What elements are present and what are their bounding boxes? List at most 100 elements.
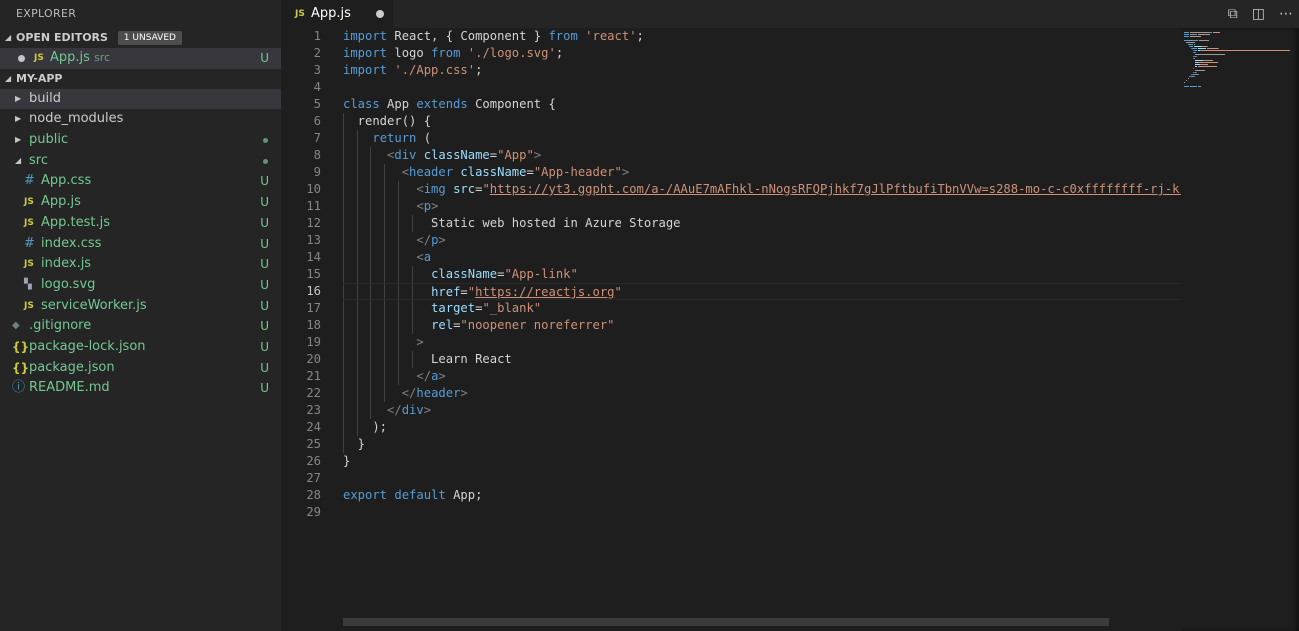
code-line[interactable] <box>343 470 1181 487</box>
minimap[interactable] <box>1181 28 1299 631</box>
code-token: import <box>343 63 388 77</box>
line-number: 21 <box>306 369 321 383</box>
tree-item-package-json[interactable]: {} package.json U <box>0 358 281 379</box>
tree-item-src[interactable]: ◢ src <box>0 151 281 172</box>
indent-guide <box>343 334 344 351</box>
more-actions-icon[interactable]: ⋯ <box>1279 6 1293 22</box>
tree-item-label: build <box>29 90 61 106</box>
code-token: rel <box>431 318 454 332</box>
code-token: "App" <box>497 148 534 162</box>
code-line[interactable]: } <box>343 453 1181 470</box>
code-line[interactable]: <a <box>343 249 1181 266</box>
indent-guide <box>356 181 358 198</box>
code-line[interactable]: import logo from './logo.svg'; <box>343 45 1181 62</box>
indent-guide <box>343 198 344 215</box>
code-token: https://reactjs.org <box>475 285 615 299</box>
indent-guide <box>343 385 344 402</box>
code-token: </ <box>416 233 432 247</box>
tab-app-js[interactable]: JS App.js <box>281 0 393 28</box>
indent-guide <box>397 334 399 351</box>
split-editor-icon[interactable]: ◫ <box>1252 6 1265 22</box>
code-token: from <box>431 46 461 60</box>
code-line[interactable]: render() { <box>343 113 1181 130</box>
code-line[interactable] <box>343 79 1181 96</box>
code-area[interactable]: import React, { Component } from 'react'… <box>343 28 1181 521</box>
line-number: 19 <box>306 335 321 349</box>
code-line[interactable]: rel="noopener noreferrer" <box>343 317 1181 334</box>
code-line[interactable]: return ( <box>343 130 1181 147</box>
code-editor[interactable]: 1 2 3 4 5 6 7 8 9 10 11 12 13 14 15 16 17 18 19 20 21 22 23 24 2… <box>281 28 1181 631</box>
code-line[interactable]: </p> <box>343 232 1181 249</box>
code-line[interactable]: <div className="App"> <box>343 147 1181 164</box>
tree-item-gitignore[interactable]: ◆ .gitignore U <box>0 316 281 337</box>
unsaved-dot-icon[interactable] <box>376 10 384 18</box>
open-editor-item-app-js[interactable]: JS App.js src U <box>0 48 281 69</box>
code-line[interactable]: export default App; <box>343 487 1181 504</box>
minimap-line <box>1201 64 1209 65</box>
code-line[interactable]: <header className="App-header"> <box>343 164 1181 181</box>
indent-guide <box>384 368 386 385</box>
json-file-icon: {} <box>12 339 30 354</box>
tree-item-index-js[interactable]: JS index.js U <box>0 254 281 275</box>
minimap-line <box>1185 80 1187 81</box>
minimap-line <box>1195 72 1197 73</box>
code-line[interactable]: Learn React <box>343 351 1181 368</box>
indent-guide <box>343 402 344 419</box>
indent-guide <box>384 317 386 334</box>
indent-guide <box>370 334 372 351</box>
indent-guide <box>397 284 399 299</box>
code-line[interactable] <box>343 504 1181 521</box>
code-token: from <box>548 29 578 43</box>
code-token: class <box>343 97 380 111</box>
code-line[interactable]: </header> <box>343 385 1181 402</box>
open-editors-header[interactable]: ◢ OPEN EDITORS 1 UNSAVED <box>0 28 281 48</box>
indent-guide <box>411 317 413 334</box>
code-line[interactable]: href="https://reactjs.org" <box>343 283 1181 300</box>
minimap-line <box>1207 46 1209 47</box>
tree-item-public[interactable]: ▶ public <box>0 130 281 151</box>
project-header[interactable]: ◢ MY-APP <box>0 69 281 89</box>
tree-item-index-css[interactable]: # index.css U <box>0 234 281 255</box>
tree-item-package-lock-json[interactable]: {} package-lock.json U <box>0 337 281 358</box>
code-line[interactable]: target="_blank" <box>343 300 1181 317</box>
horizontal-scrollbar[interactable] <box>343 618 1109 626</box>
minimap-line <box>1289 50 1291 51</box>
tree-item-app-css[interactable]: # App.css U <box>0 171 281 192</box>
code-line[interactable]: import React, { Component } from 'react'… <box>343 28 1181 45</box>
open-changes-icon[interactable]: ⧉ <box>1228 6 1238 22</box>
minimap-line <box>1198 74 1200 75</box>
tree-item-logo-svg[interactable]: ▚ logo.svg U <box>0 275 281 296</box>
code-line[interactable]: ); <box>343 419 1181 436</box>
tree-item-node-modules[interactable]: ▶ node_modules <box>0 109 281 130</box>
indent-guide <box>343 232 344 249</box>
line-number: 23 <box>306 403 321 417</box>
line-number: 28 <box>306 488 321 502</box>
code-token: < <box>416 250 424 264</box>
code-line[interactable]: import './App.css'; <box>343 62 1181 79</box>
chevron-right-icon: ▶ <box>15 114 22 124</box>
code-line[interactable]: class App extends Component { <box>343 96 1181 113</box>
tree-item-app-test-js[interactable]: JS App.test.js U <box>0 213 281 234</box>
indent-guide <box>356 232 358 249</box>
open-editor-label: App.js src <box>50 50 111 65</box>
code-line[interactable]: <p> <box>343 198 1181 215</box>
tree-item-app-js[interactable]: JS App.js U <box>0 192 281 213</box>
code-line[interactable]: </a> <box>343 368 1181 385</box>
line-number: 1 <box>313 29 321 43</box>
chevron-right-icon: ▶ <box>15 93 22 103</box>
code-line[interactable]: </div> <box>343 402 1181 419</box>
tree-item-build[interactable]: ▶ build <box>0 88 281 110</box>
code-line[interactable]: className="App-link" <box>343 266 1181 283</box>
tree-item-serviceworker-js[interactable]: JS serviceWorker.js U <box>0 296 281 317</box>
indent-guide <box>356 147 358 164</box>
code-line[interactable]: Static web hosted in Azure Storage <box>343 215 1181 232</box>
code-line[interactable]: > <box>343 334 1181 351</box>
code-token: </ <box>416 369 432 383</box>
code-line[interactable]: <img src="https://yt3.ggpht.com/a-/AAuE7… <box>343 181 1181 198</box>
tree-item-readme-md[interactable]: ⓘ README.md U <box>0 378 281 399</box>
unsaved-dot-icon[interactable] <box>18 55 25 62</box>
code-line[interactable]: } <box>343 436 1181 453</box>
indent-guide <box>343 300 344 317</box>
